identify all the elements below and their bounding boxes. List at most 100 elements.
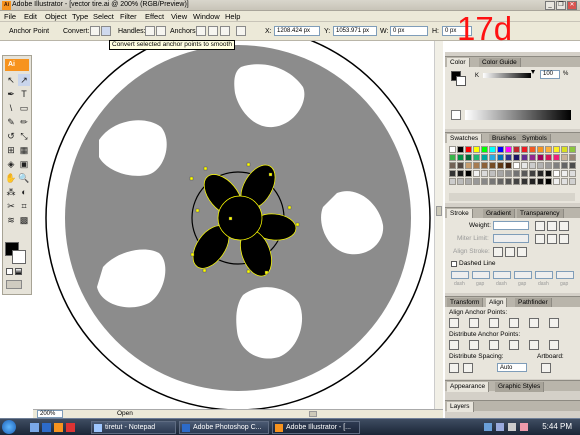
volume-icon[interactable]	[508, 423, 516, 431]
color-spectrum-bar[interactable]	[465, 110, 571, 120]
hide-handles-button[interactable]	[156, 26, 166, 36]
start-button[interactable]	[2, 420, 16, 434]
zoom-field[interactable]: 200%	[37, 410, 63, 418]
align-stroke-center-icon[interactable]	[493, 247, 503, 257]
swatch[interactable]	[465, 178, 472, 185]
anchor-point[interactable]	[202, 268, 207, 273]
anchor-point[interactable]	[295, 222, 300, 227]
remove-anchor-button[interactable]	[196, 26, 206, 36]
swatch[interactable]	[457, 170, 464, 177]
swatch-grid[interactable]	[449, 146, 576, 190]
swatch[interactable]	[457, 178, 464, 185]
spacing-vertical-icon[interactable]	[449, 363, 459, 373]
warp-tool-icon[interactable]: ≋	[5, 214, 17, 226]
align-anchor-icon[interactable]	[489, 318, 499, 328]
swatch[interactable]	[545, 170, 552, 177]
align-anchor-icon[interactable]	[469, 318, 479, 328]
task-notepad[interactable]: tiretut - Notepad	[91, 421, 176, 434]
swatch[interactable]	[473, 162, 480, 169]
swatch[interactable]	[529, 154, 536, 161]
swatch[interactable]	[449, 178, 456, 185]
vertical-scrollbar[interactable]	[434, 41, 443, 409]
line-tool-icon[interactable]: \	[5, 102, 17, 114]
pencil-tool-icon[interactable]: ✏	[18, 116, 30, 128]
swatch[interactable]	[553, 162, 560, 169]
menu-select[interactable]: Select	[93, 12, 114, 21]
align-stroke-inside-icon[interactable]	[505, 247, 515, 257]
swatch[interactable]	[473, 178, 480, 185]
swatch[interactable]	[513, 178, 520, 185]
swatch[interactable]	[457, 162, 464, 169]
default-colors-icon[interactable]	[6, 268, 13, 275]
swatch[interactable]	[465, 170, 472, 177]
align-stroke-outside-icon[interactable]	[517, 247, 527, 257]
swatch[interactable]	[545, 154, 552, 161]
k-slider-handle[interactable]	[531, 70, 535, 74]
zoom-tool-icon[interactable]: 🔍	[18, 172, 30, 184]
swatch[interactable]	[481, 170, 488, 177]
screen-mode-icon[interactable]	[6, 280, 22, 289]
swatch[interactable]	[513, 162, 520, 169]
anchor-point[interactable]	[190, 252, 195, 257]
swatch[interactable]	[465, 154, 472, 161]
distribute-anchor-icon[interactable]	[469, 340, 479, 350]
cut-path-button[interactable]	[220, 26, 230, 36]
task-illustrator[interactable]: Adobe Illustrator - [...	[272, 421, 360, 434]
swatch[interactable]	[553, 170, 560, 177]
swatch[interactable]	[489, 146, 496, 153]
menu-type[interactable]: Type	[72, 12, 88, 21]
swatch[interactable]	[505, 154, 512, 161]
blend-tool-icon[interactable]: ◐	[18, 186, 30, 198]
swatch[interactable]	[465, 146, 472, 153]
gap-field-2[interactable]	[514, 271, 532, 279]
swatch[interactable]	[521, 154, 528, 161]
scissors-tool-icon[interactable]: ✂	[5, 200, 17, 212]
menu-object[interactable]: Object	[45, 12, 67, 21]
swatch[interactable]	[521, 170, 528, 177]
mesh-tool-icon[interactable]: ⊞	[5, 144, 17, 156]
connect-anchor-button[interactable]	[208, 26, 218, 36]
swatch[interactable]	[497, 178, 504, 185]
scroll-thumb[interactable]	[436, 206, 442, 216]
gap-field-3[interactable]	[556, 271, 574, 279]
swatch[interactable]	[449, 170, 456, 177]
distribute-anchor-icon[interactable]	[549, 340, 559, 350]
anchor-point[interactable]	[228, 216, 233, 221]
swatch[interactable]	[481, 146, 488, 153]
swatch[interactable]	[465, 162, 472, 169]
swatch[interactable]	[529, 162, 536, 169]
swatch[interactable]	[537, 162, 544, 169]
spacing-field[interactable]: Auto	[497, 363, 527, 372]
dash-field-1[interactable]	[451, 271, 469, 279]
menu-window[interactable]: Window	[193, 12, 220, 21]
stroke-swatch[interactable]	[12, 250, 26, 264]
weight-field[interactable]	[493, 221, 529, 230]
swatch[interactable]	[489, 178, 496, 185]
swatch[interactable]	[561, 154, 568, 161]
swatch[interactable]	[569, 170, 576, 177]
swatch[interactable]	[449, 146, 456, 153]
swatch[interactable]	[561, 146, 568, 153]
swatch[interactable]	[537, 146, 544, 153]
swatch[interactable]	[489, 162, 496, 169]
swatch[interactable]	[521, 162, 528, 169]
anchor-point[interactable]	[246, 269, 251, 274]
swatch[interactable]	[553, 178, 560, 185]
cap-square-icon[interactable]	[559, 221, 569, 231]
hub-center[interactable]	[217, 195, 263, 241]
hand-tool-icon[interactable]: ✋	[5, 172, 17, 184]
swatch[interactable]	[481, 162, 488, 169]
anchor-point[interactable]	[264, 270, 269, 275]
quicklaunch-ai-icon[interactable]	[54, 423, 63, 432]
anchor-point[interactable]	[287, 205, 292, 210]
swatch[interactable]	[497, 154, 504, 161]
swatch[interactable]	[561, 162, 568, 169]
isolate-button[interactable]	[236, 26, 246, 36]
distribute-anchor-icon[interactable]	[489, 340, 499, 350]
swatch[interactable]	[569, 162, 576, 169]
swatch[interactable]	[489, 170, 496, 177]
eyedropper-tool-icon[interactable]: ⁂	[5, 186, 17, 198]
swatch[interactable]	[529, 146, 536, 153]
convert-to-smooth-button[interactable]	[101, 26, 111, 36]
tab-graphic-styles[interactable]: Graphic Styles	[495, 382, 545, 392]
